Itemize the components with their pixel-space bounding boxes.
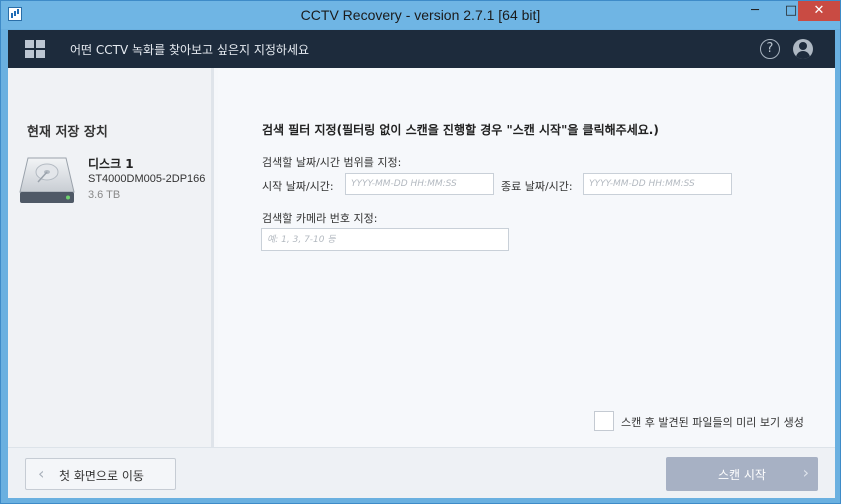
- end-datetime-label: 종료 날짜/시간:: [501, 180, 573, 193]
- disk-name: 디스크 1: [88, 157, 134, 171]
- close-button[interactable]: ✕: [798, 1, 840, 21]
- app-header: 어떤 CCTV 녹화를 찾아보고 싶은지 지정하세요 ?: [8, 30, 835, 68]
- camera-number-label: 검색할 카메라 번호 지정:: [262, 212, 378, 225]
- disk-size: 3.6 TB: [88, 189, 121, 201]
- app-window: CCTV Recovery - version 2.7.1 [64 bit] ─…: [0, 0, 841, 504]
- start-datetime-label: 시작 날짜/시간:: [262, 180, 334, 193]
- disk-model: ST4000DM005-2DP166: [88, 173, 206, 185]
- user-icon[interactable]: [793, 39, 813, 59]
- chevron-left-icon: ‹: [38, 464, 45, 483]
- storage-panel: 현재 저장 장치 디스크 1 ST4000DM005-2DP166 3.6 TB: [8, 68, 214, 447]
- camera-number-input[interactable]: [261, 228, 509, 251]
- title-bar[interactable]: CCTV Recovery - version 2.7.1 [64 bit] ─…: [1, 1, 840, 29]
- chevron-right-icon: ›: [802, 463, 809, 482]
- window-title: CCTV Recovery - version 2.7.1 [64 bit]: [300, 7, 541, 23]
- filter-title: 검색 필터 지정(필터링 없이 스캔을 진행할 경우 "스캔 시작"을 클릭해주…: [262, 123, 659, 137]
- back-to-home-button[interactable]: ‹ 첫 화면으로 이동: [25, 458, 176, 490]
- filter-panel: 검색 필터 지정(필터링 없이 스캔을 진행할 경우 "스캔 시작"을 클릭해주…: [218, 68, 835, 447]
- date-range-label: 검색할 날짜/시간 범위를 지정:: [262, 156, 402, 169]
- start-scan-label: 스캔 시작: [718, 468, 766, 482]
- hard-disk-icon[interactable]: [18, 154, 76, 206]
- help-icon[interactable]: ?: [760, 39, 780, 59]
- back-to-home-label: 첫 화면으로 이동: [59, 469, 144, 483]
- header-subtitle: 어떤 CCTV 녹화를 찾아보고 싶은지 지정하세요: [70, 43, 310, 57]
- end-datetime-input[interactable]: [583, 173, 732, 195]
- storage-heading: 현재 저장 장치: [27, 125, 108, 140]
- preview-checkbox-label: 스캔 후 발견된 파일들의 미리 보기 생성: [621, 416, 804, 429]
- start-datetime-input[interactable]: [345, 173, 494, 195]
- footer-bar: ‹ 첫 화면으로 이동 스캔 시작 ›: [8, 447, 835, 498]
- minimize-button[interactable]: ─: [741, 1, 769, 21]
- preview-checkbox[interactable]: [594, 411, 614, 431]
- grid-icon[interactable]: [25, 40, 45, 58]
- start-scan-button[interactable]: 스캔 시작 ›: [666, 457, 818, 491]
- main-content: 현재 저장 장치 디스크 1 ST4000DM005-2DP166 3.6 TB: [8, 68, 835, 447]
